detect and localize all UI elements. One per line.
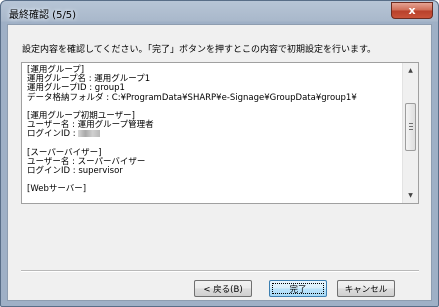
summary-line: データ格納フォルダ : C:¥ProgramData¥SHARP¥e-Signa… xyxy=(27,92,357,103)
redacted-value xyxy=(78,130,101,138)
vertical-scrollbar[interactable]: ▲ ▼ xyxy=(402,63,418,203)
instruction-text: 設定内容を確認してください。「完了」ボタンを押すとこの内容で初期設定を行います。 xyxy=(22,45,377,55)
finish-button[interactable]: 完了 xyxy=(269,280,327,297)
summary-content: [運用グループ] 運用グループ名 : 運用グループ1 運用グループID : gr… xyxy=(27,65,402,195)
cancel-button[interactable]: キャンセル xyxy=(337,280,395,297)
dialog-window: 最終確認 (5/5) x 設定内容を確認してください。「完了」ボタンを押すとこの… xyxy=(0,0,439,307)
scroll-thumb[interactable] xyxy=(405,103,416,151)
grip-icon xyxy=(409,123,413,130)
summary-line: ユーザー名 : 運用グループ管理者 xyxy=(27,120,154,131)
summary-textbox[interactable]: [運用グループ] 運用グループ名 : 運用グループ1 運用グループID : gr… xyxy=(21,62,419,204)
button-separator xyxy=(21,270,419,272)
summary-line: [Webサーバー] xyxy=(27,184,87,195)
back-button[interactable]: < 戻る(B) xyxy=(194,280,252,297)
title-bar[interactable]: 最終確認 (5/5) x xyxy=(1,1,438,24)
scroll-down-arrow-icon[interactable]: ▼ xyxy=(403,188,418,203)
summary-line: ログインID : supervisor xyxy=(27,166,123,177)
dialog-content: 設定内容を確認してください。「完了」ボタンを押すとこの内容で初期設定を行います。… xyxy=(7,24,432,301)
login-id-label: ログインID : xyxy=(27,129,76,140)
window-title: 最終確認 (5/5) xyxy=(9,10,77,21)
close-icon: x xyxy=(408,4,416,17)
focus-ring xyxy=(272,283,324,294)
scroll-up-arrow-icon[interactable]: ▲ xyxy=(403,63,418,78)
close-button[interactable]: x xyxy=(391,2,433,19)
summary-line-login: ログインID : xyxy=(27,130,402,139)
